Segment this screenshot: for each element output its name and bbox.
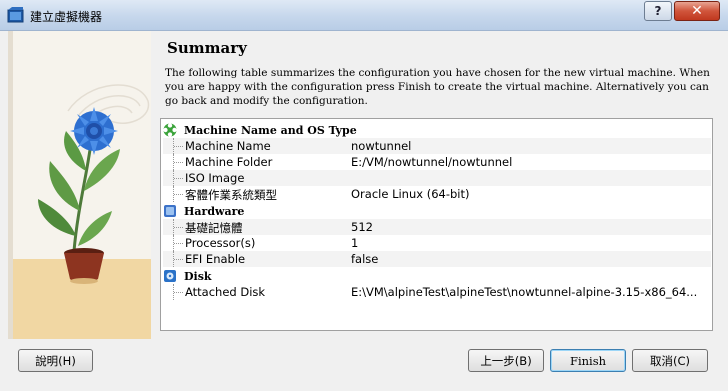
finish-button[interactable]: Finish — [550, 349, 626, 372]
help-button[interactable]: 說明(H) — [18, 349, 93, 372]
page-title: Summary — [167, 39, 247, 57]
table-row: Processor(s) 1 — [163, 235, 711, 251]
row-value: false — [351, 252, 379, 266]
row-key: ISO Image — [185, 171, 245, 185]
help-title-button[interactable]: ? — [644, 1, 672, 21]
table-row: 基礎記憶體 512 — [163, 219, 711, 235]
row-key: Processor(s) — [185, 236, 256, 250]
plant-illustration — [8, 31, 151, 339]
row-key: 基礎記憶體 — [185, 221, 243, 235]
table-row: 客體作業系統類型 Oracle Linux (64-bit) — [163, 186, 711, 202]
table-row: EFI Enable false — [163, 251, 711, 267]
table-row: Machine Folder E:/VM/nowtunnel/nowtunnel — [163, 154, 711, 170]
table-row: ISO Image — [163, 170, 711, 186]
row-value: 512 — [351, 220, 373, 234]
help-icon: ? — [654, 4, 662, 18]
button-bar: 說明(H) 上一步(B) Finish 取消(C) — [0, 339, 728, 391]
row-key: 客體作業系統類型 — [185, 188, 277, 202]
disk-icon — [164, 270, 176, 282]
row-key: Attached Disk — [185, 285, 266, 299]
section-label: Disk — [184, 269, 212, 283]
close-button[interactable]: ✕ — [674, 1, 720, 21]
puzzle-icon — [163, 123, 177, 137]
summary-page: Summary The following table summarizes t… — [160, 31, 720, 339]
row-value: 1 — [351, 236, 359, 250]
section-hardware: Hardware — [163, 203, 244, 219]
close-icon: ✕ — [691, 3, 703, 19]
row-key: EFI Enable — [185, 252, 246, 266]
chip-icon — [164, 205, 176, 217]
section-label: Machine Name and OS Type — [184, 123, 357, 137]
section-disk: Disk — [163, 268, 212, 284]
row-key: Machine Name — [185, 139, 271, 153]
row-value: Oracle Linux (64-bit) — [351, 187, 470, 201]
cancel-button[interactable]: 取消(C) — [632, 349, 708, 372]
window-title: 建立虛擬機器 — [30, 10, 103, 24]
page-description: The following table summarizes the confi… — [165, 67, 710, 107]
table-row: Machine Name nowtunnel — [163, 138, 711, 154]
row-value: E:/VM/nowtunnel/nowtunnel — [351, 155, 513, 169]
virtualbox-icon — [7, 7, 24, 23]
row-key: Machine Folder — [185, 155, 273, 169]
section-label: Hardware — [184, 204, 245, 218]
table-row: Attached Disk E:\VM\alpineTest\alpineTes… — [163, 284, 711, 300]
section-name-os: Machine Name and OS Type — [163, 122, 357, 138]
row-value: nowtunnel — [351, 139, 412, 153]
back-button[interactable]: 上一步(B) — [468, 349, 544, 372]
summary-table[interactable]: Machine Name and OS Type Machine Name no… — [160, 118, 713, 331]
wizard-dialog: Summary The following table summarizes t… — [8, 31, 720, 339]
row-value: E:\VM\alpineTest\alpineTest\nowtunnel-al… — [351, 285, 698, 299]
title-bar: 建立虛擬機器 ? ✕ — [0, 0, 728, 31]
